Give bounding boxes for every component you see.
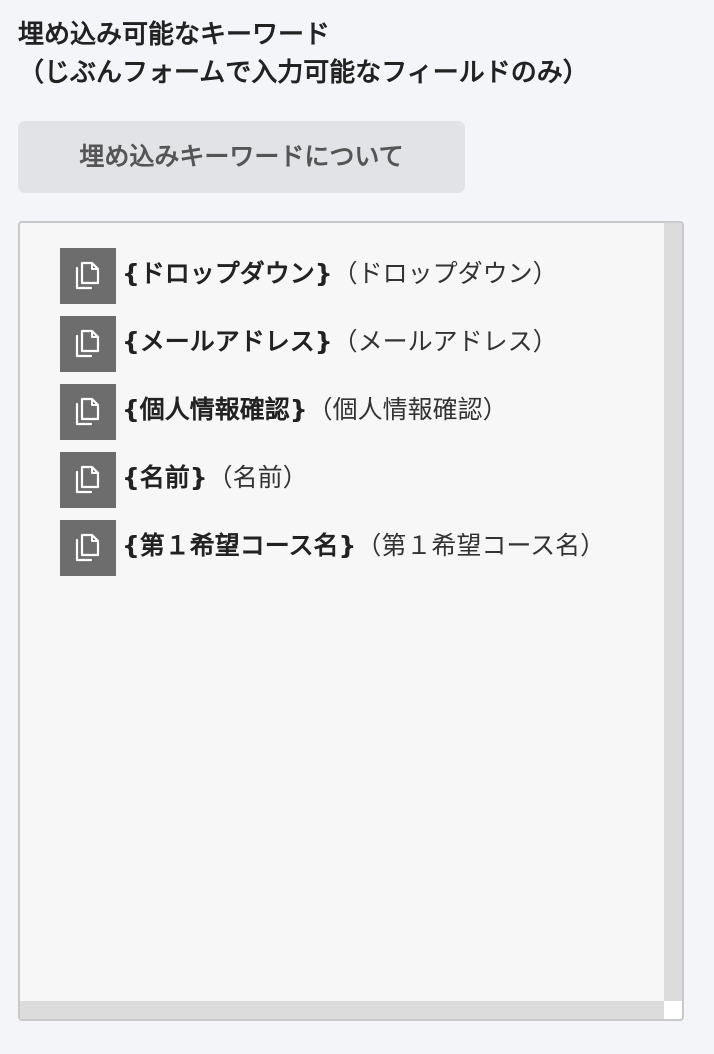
- keyword-label: （個人情報確認）: [307, 395, 508, 424]
- keyword-label: （ドロップダウン）: [332, 259, 558, 288]
- copy-icon: [75, 397, 100, 426]
- keyword-label: （メールアドレス）: [332, 327, 558, 356]
- keywords-heading-line2: （じぶんフォームで入力可能なフィールドのみ）: [18, 58, 589, 88]
- copy-icon: [75, 261, 100, 290]
- keyword-text: {個人情報確認}（個人情報確認）: [122, 395, 508, 424]
- copy-icon: [75, 465, 100, 494]
- about-keywords-button[interactable]: 埋め込みキーワードについて: [18, 121, 465, 193]
- keywords-heading-line1: 埋め込み可能なキーワード: [18, 20, 331, 50]
- keyword-text: {名前}（名前）: [122, 463, 308, 492]
- keyword-item-name: {名前}（名前）: [60, 452, 620, 508]
- keyword-list: {ドロップダウン}（ドロップダウン） {メールアドレス}（メールアドレス） {個…: [60, 248, 620, 588]
- keyword-code: {第１希望コース名}: [122, 531, 357, 560]
- keyword-item-email: {メールアドレス}（メールアドレス）: [60, 316, 620, 372]
- scrollbar-corner: [664, 1001, 682, 1019]
- keyword-code: {個人情報確認}: [122, 395, 308, 424]
- copy-keyword-button-name[interactable]: [60, 452, 116, 508]
- keyword-item-privacy-confirmation: {個人情報確認}（個人情報確認）: [60, 384, 620, 440]
- keyword-item-first-choice-course: {第１希望コース名}（第１希望コース名）: [60, 520, 620, 576]
- copy-icon: [75, 533, 100, 562]
- keyword-list-panel[interactable]: {ドロップダウン}（ドロップダウン） {メールアドレス}（メールアドレス） {個…: [18, 221, 684, 1021]
- keyword-label: （名前）: [207, 463, 308, 492]
- keyword-code: {メールアドレス}: [122, 327, 333, 356]
- copy-keyword-button-dropdown[interactable]: [60, 248, 116, 304]
- keyword-code: {名前}: [122, 463, 208, 492]
- keyword-text: {第１希望コース名}（第１希望コース名）: [122, 531, 605, 560]
- horizontal-scrollbar[interactable]: [20, 1001, 664, 1019]
- copy-keyword-button-first-choice-course[interactable]: [60, 520, 116, 576]
- keywords-heading: 埋め込み可能なキーワード （じぶんフォームで入力可能なフィールドのみ）: [18, 16, 698, 92]
- copy-icon: [75, 329, 100, 358]
- copy-keyword-button-email[interactable]: [60, 316, 116, 372]
- keyword-code: {ドロップダウン}: [122, 259, 333, 288]
- keyword-text: {ドロップダウン}（ドロップダウン）: [122, 259, 558, 288]
- vertical-scrollbar[interactable]: [664, 223, 682, 1001]
- keyword-item-dropdown: {ドロップダウン}（ドロップダウン）: [60, 248, 620, 304]
- keyword-label: （第１希望コース名）: [356, 531, 606, 560]
- keyword-text: {メールアドレス}（メールアドレス）: [122, 327, 558, 356]
- copy-keyword-button-privacy-confirmation[interactable]: [60, 384, 116, 440]
